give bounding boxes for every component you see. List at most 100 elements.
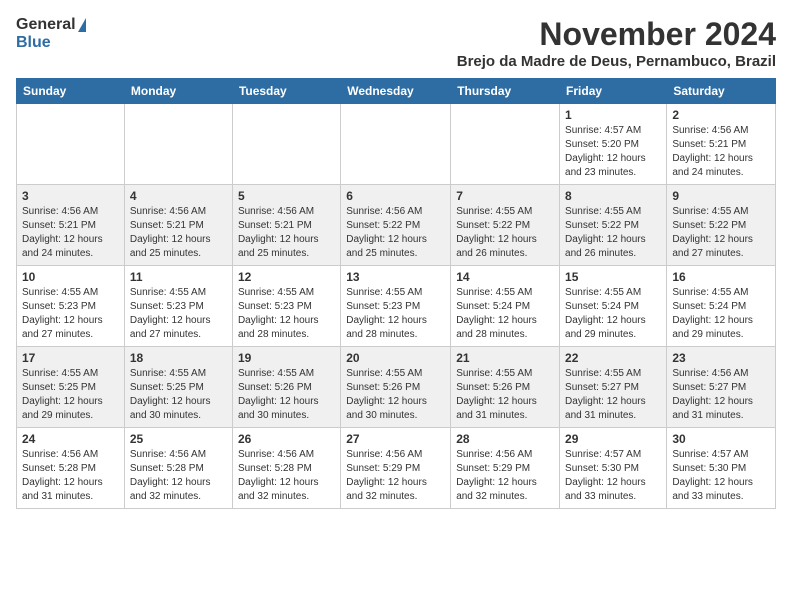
day-cell: 30Sunrise: 4:57 AM Sunset: 5:30 PM Dayli… <box>667 428 776 509</box>
day-number: 27 <box>346 432 445 446</box>
day-number: 2 <box>672 108 770 122</box>
day-cell: 15 Sunrise: 4:55 AM Sunset: 5:24 PM Dayli… <box>560 266 667 347</box>
day-cell: 14Sunrise: 4:55 AM Sunset: 5:24 PM Dayli… <box>451 266 560 347</box>
logo-general: General <box>16 16 76 34</box>
weekday-header-thursday: Thursday <box>451 79 560 104</box>
day-info: Sunrise: 4:55 AM Sunset: 5:24 PM Dayligh… <box>565 286 661 342</box>
weekday-header-row: SundayMondayTuesdayWednesdayThursdayFrid… <box>17 79 776 104</box>
day-info: Sunrise: 4:57 AM Sunset: 5:30 PM Dayligh… <box>565 448 661 504</box>
weekday-header-saturday: Saturday <box>667 79 776 104</box>
day-number: 29 <box>565 432 661 446</box>
day-number: 5 <box>238 189 335 203</box>
day-info: Sunrise: 4:56 AM Sunset: 5:21 PM Dayligh… <box>22 205 119 261</box>
day-info: Sunrise: 4:56 AM Sunset: 5:22 PM Dayligh… <box>346 205 445 261</box>
page-header: General Blue November 2024 Brejo da Madr… <box>16 16 776 70</box>
day-info: Sunrise: 4:55 AM Sunset: 5:22 PM Dayligh… <box>456 205 554 261</box>
day-cell: 12Sunrise: 4:55 AM Sunset: 5:23 PM Dayli… <box>232 266 340 347</box>
day-cell: 17 Sunrise: 4:55 AM Sunset: 5:25 PM Dayli… <box>17 347 125 428</box>
day-info: Sunrise: 4:55 AM Sunset: 5:24 PM Dayligh… <box>672 286 770 342</box>
day-cell: 8Sunrise: 4:55 AM Sunset: 5:22 PM Daylig… <box>560 185 667 266</box>
day-number: 11 <box>130 270 227 284</box>
day-info: Sunrise: 4:56 AM Sunset: 5:21 PM Dayligh… <box>130 205 227 261</box>
month-title: November 2024 <box>457 16 776 53</box>
day-cell: 28 Sunrise: 4:56 AM Sunset: 5:29 PM Dayli… <box>451 428 560 509</box>
day-number: 30 <box>672 432 770 446</box>
calendar-table: SundayMondayTuesdayWednesdayThursdayFrid… <box>16 78 776 509</box>
day-number: 22 <box>565 351 661 365</box>
week-row-5: 24 Sunrise: 4:56 AM Sunset: 5:28 PM Dayli… <box>17 428 776 509</box>
day-info: Sunrise: 4:57 AM Sunset: 5:20 PM Dayligh… <box>565 124 661 180</box>
day-cell: 26 Sunrise: 4:56 AM Sunset: 5:28 PM Dayli… <box>232 428 340 509</box>
logo-blue: Blue <box>16 34 51 52</box>
day-cell <box>451 104 560 185</box>
location-title: Brejo da Madre de Deus, Pernambuco, Braz… <box>457 53 776 70</box>
day-number: 13 <box>346 270 445 284</box>
day-number: 26 <box>238 432 335 446</box>
logo: General Blue <box>16 16 86 51</box>
day-cell: 7 Sunrise: 4:55 AM Sunset: 5:22 PM Daylig… <box>451 185 560 266</box>
day-info: Sunrise: 4:56 AM Sunset: 5:27 PM Dayligh… <box>672 367 770 423</box>
day-number: 17 <box>22 351 119 365</box>
day-cell <box>341 104 451 185</box>
day-number: 15 <box>565 270 661 284</box>
day-info: Sunrise: 4:56 AM Sunset: 5:28 PM Dayligh… <box>22 448 119 504</box>
day-info: Sunrise: 4:55 AM Sunset: 5:27 PM Dayligh… <box>565 367 661 423</box>
day-info: Sunrise: 4:55 AM Sunset: 5:26 PM Dayligh… <box>238 367 335 423</box>
day-cell: 27 Sunrise: 4:56 AM Sunset: 5:29 PM Dayli… <box>341 428 451 509</box>
weekday-header-sunday: Sunday <box>17 79 125 104</box>
day-info: Sunrise: 4:55 AM Sunset: 5:22 PM Dayligh… <box>565 205 661 261</box>
day-number: 25 <box>130 432 227 446</box>
day-cell: 3 Sunrise: 4:56 AM Sunset: 5:21 PM Daylig… <box>17 185 125 266</box>
day-number: 16 <box>672 270 770 284</box>
day-cell: 23 Sunrise: 4:56 AM Sunset: 5:27 PM Dayli… <box>667 347 776 428</box>
day-cell <box>17 104 125 185</box>
day-info: Sunrise: 4:55 AM Sunset: 5:26 PM Dayligh… <box>456 367 554 423</box>
day-number: 7 <box>456 189 554 203</box>
day-number: 9 <box>672 189 770 203</box>
day-number: 3 <box>22 189 119 203</box>
day-cell: 18Sunrise: 4:55 AM Sunset: 5:25 PM Dayli… <box>124 347 232 428</box>
day-number: 1 <box>565 108 661 122</box>
day-info: Sunrise: 4:55 AM Sunset: 5:25 PM Dayligh… <box>22 367 119 423</box>
day-info: Sunrise: 4:56 AM Sunset: 5:28 PM Dayligh… <box>238 448 335 504</box>
day-number: 23 <box>672 351 770 365</box>
day-cell <box>124 104 232 185</box>
day-cell: 25 Sunrise: 4:56 AM Sunset: 5:28 PM Dayli… <box>124 428 232 509</box>
day-info: Sunrise: 4:56 AM Sunset: 5:28 PM Dayligh… <box>130 448 227 504</box>
day-number: 6 <box>346 189 445 203</box>
week-row-1: 1 Sunrise: 4:57 AM Sunset: 5:20 PM Daylig… <box>17 104 776 185</box>
day-cell: 21Sunrise: 4:55 AM Sunset: 5:26 PM Dayli… <box>451 347 560 428</box>
day-number: 18 <box>130 351 227 365</box>
weekday-header-tuesday: Tuesday <box>232 79 340 104</box>
title-area: November 2024 Brejo da Madre de Deus, Pe… <box>457 16 776 70</box>
day-cell <box>232 104 340 185</box>
week-row-4: 17 Sunrise: 4:55 AM Sunset: 5:25 PM Dayli… <box>17 347 776 428</box>
day-info: Sunrise: 4:55 AM Sunset: 5:23 PM Dayligh… <box>346 286 445 342</box>
day-number: 14 <box>456 270 554 284</box>
day-number: 24 <box>22 432 119 446</box>
day-cell: 11Sunrise: 4:55 AM Sunset: 5:23 PM Dayli… <box>124 266 232 347</box>
day-info: Sunrise: 4:56 AM Sunset: 5:21 PM Dayligh… <box>238 205 335 261</box>
day-cell: 9 Sunrise: 4:55 AM Sunset: 5:22 PM Daylig… <box>667 185 776 266</box>
logo-triangle-icon <box>78 18 86 32</box>
week-row-2: 3 Sunrise: 4:56 AM Sunset: 5:21 PM Daylig… <box>17 185 776 266</box>
day-info: Sunrise: 4:55 AM Sunset: 5:26 PM Dayligh… <box>346 367 445 423</box>
day-cell: 2Sunrise: 4:56 AM Sunset: 5:21 PM Daylig… <box>667 104 776 185</box>
day-number: 20 <box>346 351 445 365</box>
day-number: 19 <box>238 351 335 365</box>
day-cell: 6 Sunrise: 4:56 AM Sunset: 5:22 PM Daylig… <box>341 185 451 266</box>
day-info: Sunrise: 4:56 AM Sunset: 5:29 PM Dayligh… <box>456 448 554 504</box>
weekday-header-friday: Friday <box>560 79 667 104</box>
day-number: 4 <box>130 189 227 203</box>
day-cell: 20 Sunrise: 4:55 AM Sunset: 5:26 PM Dayli… <box>341 347 451 428</box>
day-cell: 1 Sunrise: 4:57 AM Sunset: 5:20 PM Daylig… <box>560 104 667 185</box>
week-row-3: 10Sunrise: 4:55 AM Sunset: 5:23 PM Dayli… <box>17 266 776 347</box>
day-number: 12 <box>238 270 335 284</box>
day-cell: 5 Sunrise: 4:56 AM Sunset: 5:21 PM Daylig… <box>232 185 340 266</box>
day-cell: 16 Sunrise: 4:55 AM Sunset: 5:24 PM Dayli… <box>667 266 776 347</box>
day-number: 28 <box>456 432 554 446</box>
day-info: Sunrise: 4:55 AM Sunset: 5:22 PM Dayligh… <box>672 205 770 261</box>
weekday-header-monday: Monday <box>124 79 232 104</box>
day-cell: 29 Sunrise: 4:57 AM Sunset: 5:30 PM Dayli… <box>560 428 667 509</box>
day-info: Sunrise: 4:56 AM Sunset: 5:29 PM Dayligh… <box>346 448 445 504</box>
